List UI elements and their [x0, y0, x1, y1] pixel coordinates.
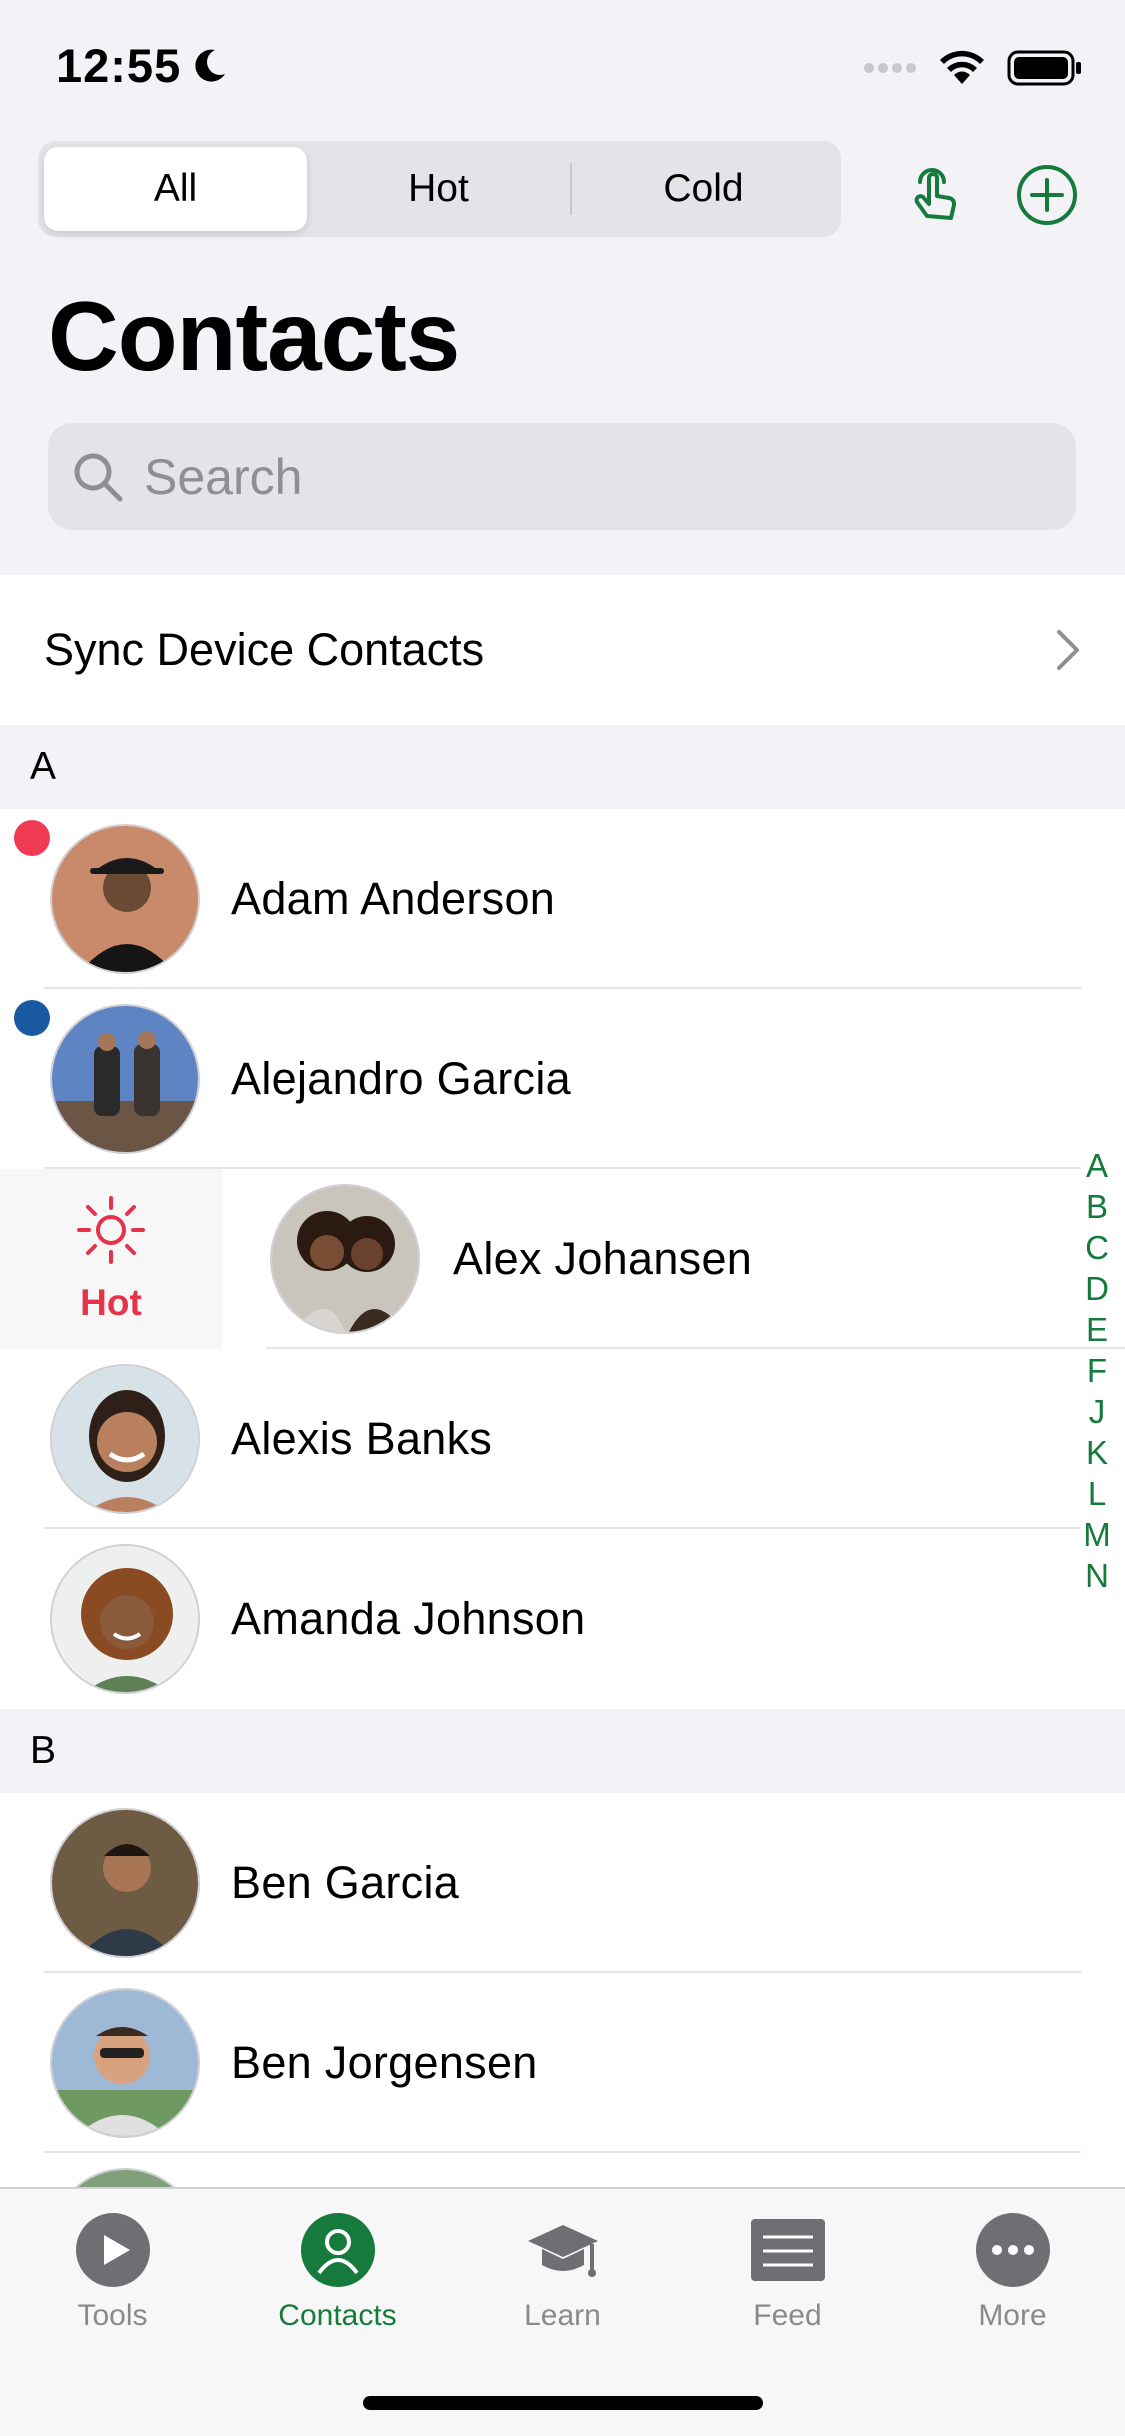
hot-label: Hot: [80, 1282, 142, 1323]
search-input[interactable]: Search: [48, 423, 1076, 530]
avatar: [270, 1184, 420, 1334]
status-dot-red: [14, 820, 50, 856]
sync-label: Sync Device Contacts: [44, 624, 485, 675]
alphabet-index[interactable]: A B C D E F J K L M N: [1077, 1145, 1117, 1596]
index-letter[interactable]: M: [1083, 1514, 1111, 1555]
tap-gesture-icon[interactable]: [900, 160, 970, 230]
index-letter[interactable]: L: [1088, 1473, 1106, 1514]
contact-row[interactable]: Alejandro Garcia: [0, 989, 1125, 1169]
tab-label: Learn: [524, 2299, 601, 2332]
tab-tools[interactable]: Tools: [0, 2211, 225, 2333]
feed-icon: [750, 2219, 825, 2281]
person-icon: [300, 2213, 375, 2287]
signal-icon: [864, 63, 916, 73]
graduation-cap-icon: [527, 2225, 598, 2277]
status-dot-blue: [14, 1000, 50, 1036]
index-letter[interactable]: F: [1087, 1350, 1107, 1391]
avatar: [50, 1988, 200, 2138]
moon-icon: [195, 49, 226, 82]
avatar: [50, 1004, 200, 1154]
filter-tab-all[interactable]: All: [44, 147, 307, 231]
page-title: Contacts: [48, 281, 460, 391]
status-time: 12:55: [56, 38, 229, 93]
status-indicators: [863, 50, 1083, 86]
avatar: [50, 1364, 200, 1514]
index-letter[interactable]: J: [1089, 1391, 1106, 1432]
contact-row[interactable]: Ben Garcia: [0, 1793, 1125, 1973]
tab-label: Feed: [753, 2299, 822, 2332]
filter-tab-hot[interactable]: Hot: [307, 147, 570, 231]
wifi-icon: [940, 50, 984, 84]
mark-hot-action[interactable]: Hot: [0, 1169, 222, 1349]
sync-device-contacts-row[interactable]: Sync Device Contacts: [0, 575, 1125, 725]
section-header-a: A: [0, 725, 1125, 809]
avatar: [50, 1808, 200, 1958]
contact-row[interactable]: Adam Anderson: [0, 809, 1125, 989]
contact-row-partial[interactable]: [0, 2153, 1125, 2187]
tab-label: Contacts: [278, 2299, 397, 2332]
avatar: [50, 2168, 200, 2187]
index-letter[interactable]: B: [1086, 1186, 1108, 1227]
search-icon: [74, 453, 123, 501]
avatar: [50, 824, 200, 974]
contact-name: Ben Garcia: [231, 1857, 460, 1908]
play-icon: [75, 2213, 150, 2287]
more-dots-icon: [975, 2213, 1050, 2287]
filter-segmented-control: All Hot Cold: [38, 141, 841, 237]
status-bar: 12:55: [0, 0, 1125, 132]
contact-row[interactable]: Amanda Johnson: [0, 1529, 1125, 1709]
index-letter[interactable]: E: [1086, 1309, 1108, 1350]
chevron-right-icon: [1057, 630, 1079, 670]
index-letter[interactable]: K: [1086, 1432, 1108, 1473]
contact-name: Alexis Banks: [231, 1413, 493, 1464]
section-header-b: B: [0, 1709, 1125, 1793]
contact-row[interactable]: Alexis Banks: [0, 1349, 1125, 1529]
contact-name: Amanda Johnson: [231, 1593, 586, 1644]
tab-feed[interactable]: Feed: [675, 2211, 900, 2333]
index-letter[interactable]: C: [1085, 1227, 1109, 1268]
tab-label: More: [978, 2299, 1047, 2332]
avatar: [50, 1544, 200, 1694]
home-indicator[interactable]: [363, 2396, 763, 2410]
tab-contacts[interactable]: Contacts: [225, 2211, 450, 2333]
tab-more[interactable]: More: [900, 2211, 1125, 2333]
contact-name: Alejandro Garcia: [231, 1053, 571, 1104]
index-letter[interactable]: A: [1086, 1145, 1108, 1186]
add-contact-icon[interactable]: [1012, 160, 1082, 230]
battery-icon: [1007, 50, 1081, 86]
contact-name: Alex Johansen: [453, 1233, 753, 1284]
filter-tab-cold[interactable]: Cold: [572, 147, 835, 231]
contact-name: Ben Jorgensen: [231, 2037, 538, 2088]
index-letter[interactable]: N: [1085, 1555, 1109, 1596]
clock-label: 12:55: [56, 39, 182, 92]
swiped-row-content: Alex Johansen: [222, 1169, 1125, 1349]
tab-learn[interactable]: Learn: [450, 2211, 675, 2333]
contact-row-swiped[interactable]: Hot Alex Johansen: [0, 1169, 1125, 1349]
tab-label: Tools: [77, 2299, 148, 2332]
sun-icon: [77, 1196, 145, 1264]
index-letter[interactable]: D: [1085, 1268, 1109, 1309]
contact-row[interactable]: Ben Jorgensen: [0, 1973, 1125, 2153]
search-placeholder: Search: [144, 448, 303, 505]
contact-name: Adam Anderson: [231, 873, 556, 924]
